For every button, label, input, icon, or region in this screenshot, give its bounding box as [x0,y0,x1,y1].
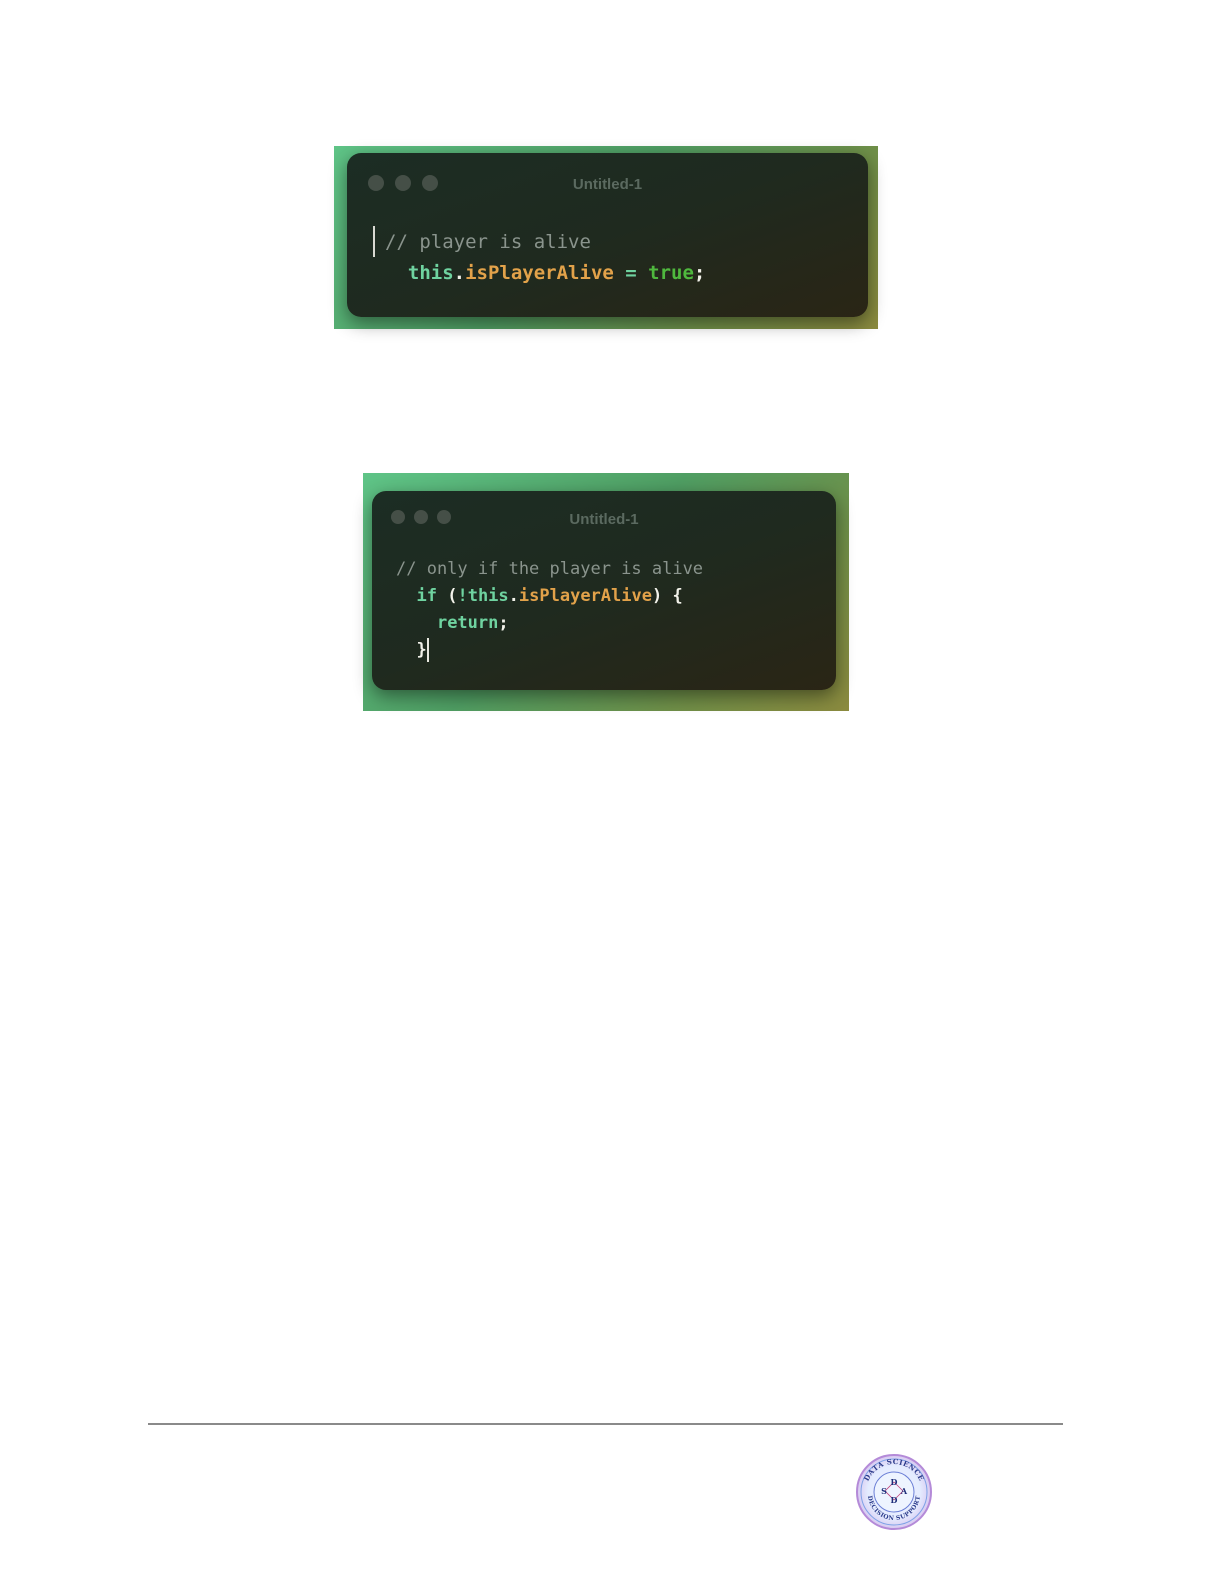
code-punct: . [508,586,519,606]
code-punct: ) { [651,586,683,606]
code-keyword: this [407,262,454,284]
editor-window: Untitled-1 // player is alive this.isPla… [347,153,868,317]
logo-letter: S [881,1486,887,1496]
window-title: Untitled-1 [572,176,643,193]
code-boolean: true [648,262,694,284]
code-keyword: if [416,586,437,606]
code-line: // player is alive [385,227,705,258]
code-keyword: return [436,613,499,633]
code-operator: ! [457,586,468,606]
code-line: if (!this.isPlayerAlive) { [396,583,703,610]
code-punct: ; [498,613,509,633]
data-science-decision-support-logo: DATA SCIENCE DECISION SUPPORT D S A D [856,1454,932,1530]
code-block: // player is alive this.isPlayerAlive = … [385,227,705,289]
code-property: isPlayerAlive [465,262,614,284]
code-block: // only if the player is alive if (!this… [396,556,703,664]
text-cursor [373,226,375,257]
code-punct: } [416,640,427,660]
text-cursor [426,638,429,662]
code-punct: . [453,262,466,284]
code-line: this.isPlayerAlive = true; [385,258,705,289]
code-punct: ; [693,262,706,284]
code-snippet-image-1: Untitled-1 // player is alive this.isPla… [334,146,878,329]
code-line: } [396,637,703,664]
logo-letter: D [891,1477,898,1487]
logo-letter: A [900,1486,908,1496]
editor-window: Untitled-1 // only if the player is aliv… [372,491,836,690]
code-line: return; [396,610,703,637]
window-title: Untitled-1 [569,511,639,528]
footer-divider [148,1423,1063,1425]
code-snippet-image-2: Untitled-1 // only if the player is aliv… [363,473,849,711]
code-comment: // player is alive [385,231,591,253]
code-punct: ( [436,586,458,606]
code-operator: = [613,262,649,284]
code-keyword: this [467,586,509,606]
code-comment: // only if the player is alive [396,559,704,579]
logo-letter: D [891,1495,898,1505]
code-line: // only if the player is alive [396,556,703,583]
code-property: isPlayerAlive [518,586,652,606]
